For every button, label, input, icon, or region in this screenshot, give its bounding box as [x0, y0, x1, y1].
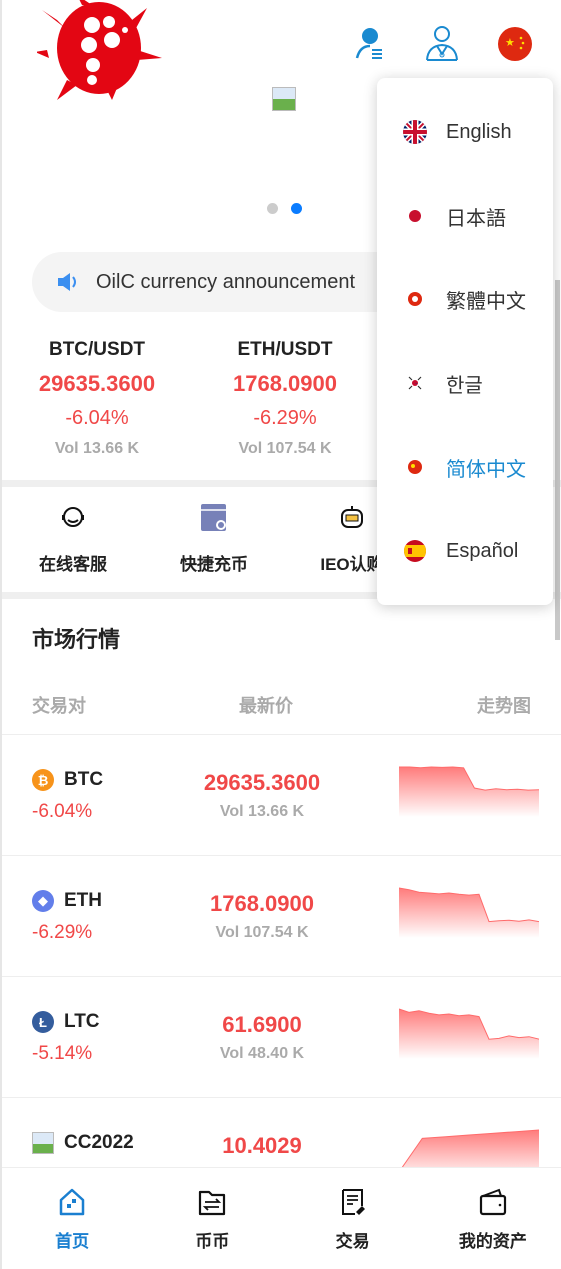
nav-spot[interactable]: 币币: [142, 1168, 282, 1269]
ticker-eth[interactable]: ETH/USDT 1768.0900 -6.29% Vol 107.54 K: [195, 339, 375, 458]
language-label: English: [446, 120, 512, 143]
sparkline-area: [399, 1009, 539, 1059]
language-label: 한글: [446, 374, 483, 397]
japan-flag-icon: [409, 210, 421, 222]
language-option-japanese[interactable]: 日本語: [403, 196, 506, 236]
coin-change: -6.29%: [32, 922, 93, 943]
announcement-text: OilC currency announcement: [96, 270, 356, 293]
coin-price: 29635.3600: [203, 770, 321, 795]
coin-volume: Vol 13.66 K: [219, 803, 305, 820]
deposit-icon: [201, 504, 226, 531]
robot-icon: [341, 506, 363, 528]
nav-label: 交易: [335, 1232, 370, 1251]
quick-link-customer-service[interactable]: 在线客服: [3, 503, 143, 575]
coin-price: 61.6900: [222, 1012, 302, 1037]
header-pair: 交易对: [32, 696, 86, 716]
coin-name: ETH: [64, 890, 102, 911]
ticker-price: 1768.0900: [233, 371, 337, 396]
korea-flag-icon: [408, 376, 422, 390]
coin-volume: Vol 48.40 K: [219, 1045, 305, 1062]
ticker-volume: Vol 107.54 K: [238, 440, 332, 457]
header-trend: 走势图: [477, 696, 531, 716]
hongkong-flag-icon: [408, 292, 422, 306]
nav-assets[interactable]: 我的资产: [423, 1168, 561, 1269]
nav-home[interactable]: 首页: [2, 1168, 142, 1269]
coin-change: -5.14%: [32, 1043, 93, 1064]
ticker-pair: ETH/USDT: [237, 339, 333, 360]
language-option-simplified-chinese[interactable]: 简体中文: [403, 447, 526, 487]
coin: CC2022: [32, 1132, 134, 1154]
market-row[interactable]: ₿ BTC -6.04% 29635.3600 Vol 13.66 K: [2, 734, 561, 855]
quick-link-deposit[interactable]: 快捷充币: [144, 503, 284, 575]
coin-price: 1768.0900: [210, 891, 314, 916]
market-title: 市场行情: [32, 627, 121, 652]
scrollbar[interactable]: [555, 280, 560, 640]
coin: ₿ BTC: [32, 769, 103, 791]
carousel-dot-active[interactable]: [291, 203, 302, 214]
nav-label: 首页: [55, 1232, 90, 1251]
svg-text:★: ★: [505, 37, 515, 49]
trend-sparkline: [399, 887, 539, 938]
language-label: 繁體中文: [446, 290, 526, 313]
trend-sparkline: [399, 766, 539, 817]
headset-icon: [62, 507, 84, 527]
china-flag-icon[interactable]: ★: [497, 25, 533, 63]
coin: Ł LTC: [32, 1011, 100, 1033]
coin-name: BTC: [64, 769, 104, 790]
language-label: 简体中文: [446, 458, 526, 481]
coin-volume: Vol 107.54 K: [215, 924, 309, 941]
market-row[interactable]: Ł LTC -5.14% 61.6900 Vol 48.40 K: [2, 976, 561, 1097]
spain-flag-icon: [404, 540, 426, 562]
market-row[interactable]: ◆ ETH -6.29% 1768.0900 Vol 107.54 K: [2, 855, 561, 976]
user-list-icon[interactable]: [352, 24, 388, 62]
carousel-dot[interactable]: [267, 203, 278, 214]
ticker-btc[interactable]: BTC/USDT 29635.3600 -6.04% Vol 13.66 K: [7, 339, 187, 458]
header-price: 最新价: [239, 696, 293, 716]
home-icon: [59, 1188, 85, 1216]
language-label: 日本語: [446, 207, 506, 230]
ticker-price: 29635.3600: [38, 371, 156, 396]
coin-name: LTC: [64, 1011, 100, 1032]
language-option-english[interactable]: English: [403, 112, 512, 152]
coin: ◆ ETH: [32, 890, 102, 912]
ticker-change: -6.29%: [253, 407, 317, 429]
speaker-icon: [58, 273, 76, 291]
exchange-folder-icon: [199, 1190, 226, 1216]
logo: [37, 0, 162, 100]
ticker-change: -6.04%: [65, 407, 129, 429]
ticker-volume: Vol 13.66 K: [54, 440, 140, 457]
announcement-bar[interactable]: OilC currency announcement: [32, 252, 432, 312]
coin-icon: ◆: [32, 890, 54, 912]
bottom-nav: 首页 币币 交易 我的资产: [2, 1167, 561, 1269]
quick-link-label: 在线客服: [39, 555, 107, 574]
sparkline-area: [399, 767, 539, 817]
ticker-pair: BTC/USDT: [48, 339, 146, 360]
language-option-spanish[interactable]: Español: [403, 531, 518, 571]
language-label: Español: [446, 539, 519, 562]
customer-service-icon[interactable]: [424, 24, 460, 62]
coin-price: 10.4029: [222, 1133, 302, 1158]
coin-icon: Ł: [32, 1011, 54, 1033]
trend-sparkline: [399, 1008, 539, 1059]
china-flag-icon: [408, 460, 422, 474]
nav-label: 币币: [195, 1232, 230, 1251]
language-option-traditional-chinese[interactable]: 繁體中文: [403, 279, 526, 319]
trade-doc-icon: [341, 1189, 365, 1215]
coin-name: CC2022: [64, 1132, 134, 1153]
nav-label: 我的资产: [458, 1232, 527, 1251]
banner-image[interactable]: [272, 87, 296, 111]
coin-icon: ₿: [32, 769, 54, 791]
language-menu: English 日本語 繁體中文 한글 简体中文 Español: [377, 78, 553, 605]
language-option-korean[interactable]: 한글: [403, 363, 483, 403]
quick-link-label: 快捷充币: [180, 555, 248, 574]
nav-trade[interactable]: 交易: [283, 1168, 423, 1269]
uk-flag-icon: [403, 120, 427, 144]
coin-change: -6.04%: [32, 801, 93, 822]
coin-icon-broken-image: [32, 1132, 54, 1154]
wallet-icon: [479, 1188, 506, 1216]
